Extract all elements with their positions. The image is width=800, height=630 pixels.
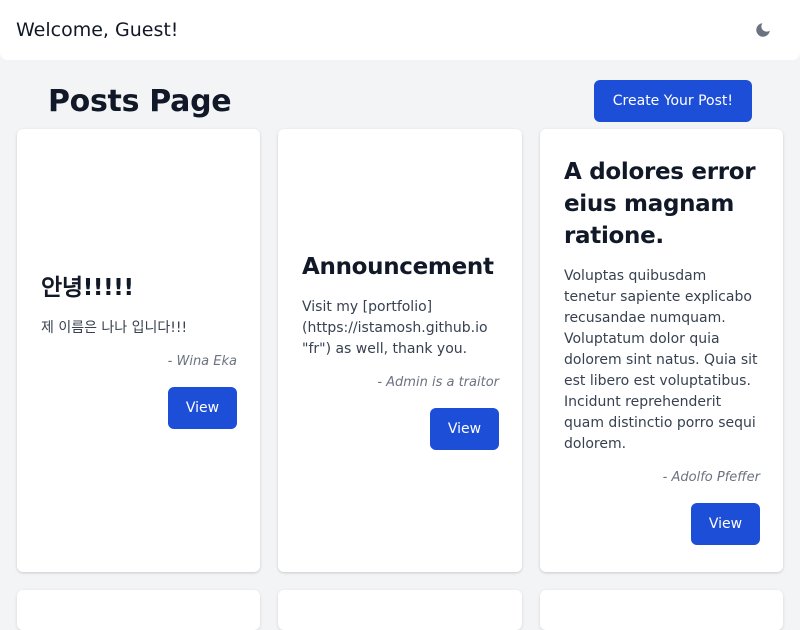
post-title: Announcement (302, 254, 494, 280)
create-post-button[interactable]: Create Your Post! (593, 80, 752, 122)
top-navbar: Welcome, Guest! (0, 0, 800, 60)
posts-grid: 안녕!!!!! 제 이름은 나나 입니다!!! - Wina Eka View … (17, 129, 783, 572)
post-card: Announcement Visit my [portfolio](https:… (278, 129, 522, 572)
post-card-partial (278, 590, 522, 630)
theme-toggle-button[interactable] (752, 19, 774, 41)
post-card: A dolores error eius magnam ratione. Vol… (540, 129, 783, 572)
post-title: A dolores error eius magnam ratione. (564, 159, 756, 249)
post-author: - Wina Eka (167, 354, 237, 369)
post-card-partial (17, 590, 260, 630)
post-body: Voluptas quibusdam tenetur sapiente expl… (564, 268, 758, 452)
page-title: Posts Page (48, 83, 232, 119)
post-title: 안녕!!!!! (41, 275, 134, 301)
post-card: 안녕!!!!! 제 이름은 나나 입니다!!! - Wina Eka View (17, 129, 260, 572)
moon-icon (756, 23, 770, 37)
welcome-text: Welcome, Guest! (16, 19, 179, 41)
post-body: Visit my [portfolio](https://istamosh.gi… (302, 299, 488, 357)
post-author: - Adolfo Pfeffer (662, 470, 760, 485)
post-card-partial (540, 590, 783, 630)
post-author: - Admin is a traitor (377, 375, 499, 390)
view-post-button[interactable]: View (691, 503, 760, 545)
page-header: Posts Page Create Your Post! (48, 80, 752, 122)
view-post-button[interactable]: View (430, 408, 499, 450)
post-body: 제 이름은 나나 입니다!!! (41, 320, 188, 336)
posts-grid-next-row (17, 590, 783, 630)
view-post-button[interactable]: View (168, 387, 237, 429)
